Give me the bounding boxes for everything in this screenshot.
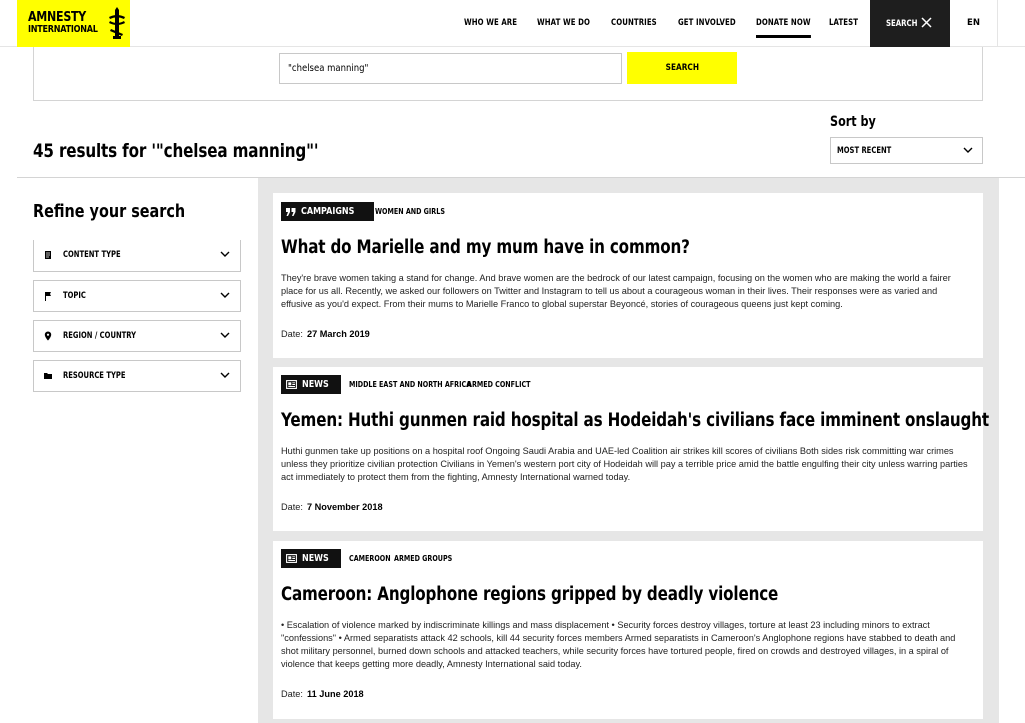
content-type-badge[interactable]: NEWS	[281, 549, 342, 568]
date-label: Date:	[281, 502, 303, 512]
header-search-label: SEARCH	[886, 18, 918, 29]
filter-resource-type[interactable]: RESOURCE TYPE	[33, 360, 241, 392]
sort-select[interactable]: MOST RECENT	[830, 137, 983, 164]
result-title[interactable]: Cameroon: Anglophone regions gripped by …	[281, 584, 778, 605]
result-card[interactable]: NEWS MIDDLE EAST AND NORTH AFRICA ARMED …	[273, 367, 989, 531]
chevron-down-icon	[220, 332, 230, 338]
top-navigation-bar: AMNESTY INTERNATIONAL WHO WE ARE WHAT WE…	[0, 0, 1025, 47]
logo-text-line1: AMNESTY	[28, 9, 87, 25]
content-type-label: NEWS	[302, 553, 329, 564]
result-date: Date: 11 June 2018	[281, 689, 364, 699]
date-label: Date:	[281, 689, 303, 699]
newspaper-icon	[286, 554, 297, 563]
search-input-value: "chelsea manning"	[288, 63, 369, 74]
date-value: 27 March 2019	[306, 329, 370, 339]
result-title[interactable]: Yemen: Huthi gunmen raid hospital as Hod…	[281, 410, 989, 431]
search-input[interactable]: "chelsea manning"	[279, 53, 622, 84]
filter-label: REGION / COUNTRY	[63, 331, 137, 341]
header-search-toggle[interactable]: SEARCH	[870, 0, 950, 47]
sort-by-label: Sort by	[830, 114, 876, 130]
flag-icon	[45, 292, 51, 301]
filter-label: CONTENT TYPE	[63, 250, 121, 260]
topic-tag[interactable]: ARMED CONFLICT	[467, 380, 531, 389]
candle-icon	[109, 7, 125, 39]
date-value: 7 November 2018	[306, 502, 383, 512]
refine-search-heading: Refine your search	[33, 201, 186, 222]
result-card[interactable]: CAMPAIGNS WOMEN AND GIRLS What do Mariel…	[273, 193, 983, 358]
filter-label: TOPIC	[63, 291, 86, 301]
result-card[interactable]: NEWS CAMEROON ARMED GROUPS Cameroon: Ang…	[273, 541, 983, 719]
nav-countries[interactable]: COUNTRIES	[611, 0, 657, 47]
quote-icon	[286, 207, 296, 216]
filter-topic[interactable]: TOPIC	[33, 280, 241, 312]
result-date: Date: 7 November 2018	[281, 502, 383, 512]
filter-content-type[interactable]: CONTENT TYPE	[33, 240, 241, 272]
search-button[interactable]: SEARCH	[627, 52, 737, 84]
date-value: 11 June 2018	[306, 689, 364, 699]
logo-text-line2: INTERNATIONAL	[28, 23, 98, 35]
search-button-label: SEARCH	[665, 63, 699, 73]
nav-get-involved[interactable]: GET INVOLVED	[678, 0, 736, 47]
content-type-label: NEWS	[302, 379, 329, 390]
region-tag[interactable]: MIDDLE EAST AND NORTH AFRICA	[349, 380, 471, 389]
chevron-down-icon	[963, 147, 973, 153]
topic-tag[interactable]: WOMEN AND GIRLS	[375, 207, 445, 216]
result-title[interactable]: What do Marielle and my mum have in comm…	[281, 237, 690, 258]
nav-what-we-do[interactable]: WHAT WE DO	[537, 0, 590, 47]
nav-who-we-are[interactable]: WHO WE ARE	[464, 0, 517, 47]
topic-tag[interactable]: ARMED GROUPS	[394, 554, 452, 563]
content-type-badge[interactable]: CAMPAIGNS	[281, 202, 374, 221]
results-count-heading: 45 results for '"chelsea manning"'	[33, 140, 319, 162]
amnesty-logo[interactable]: AMNESTY INTERNATIONAL	[17, 0, 130, 47]
result-excerpt: • Escalation of violence marked by indis…	[281, 620, 956, 669]
sort-select-value: MOST RECENT	[837, 146, 892, 156]
result-excerpt: Huthi gunmen take up positions on a hosp…	[281, 446, 968, 482]
folder-icon	[44, 373, 52, 379]
result-excerpt: They're brave women taking a stand for c…	[281, 273, 951, 309]
newspaper-icon	[286, 380, 297, 389]
result-date: Date: 27 March 2019	[281, 329, 370, 339]
nav-latest[interactable]: LATEST	[829, 0, 858, 47]
close-icon	[921, 17, 932, 28]
language-selector[interactable]: EN	[950, 0, 998, 47]
nav-donate-now[interactable]: DONATE NOW	[756, 0, 811, 47]
region-tag[interactable]: CAMEROON	[349, 554, 391, 563]
content-type-label: CAMPAIGNS	[301, 206, 355, 217]
chevron-down-icon	[220, 251, 230, 257]
filter-label: RESOURCE TYPE	[63, 371, 126, 381]
filter-region-country[interactable]: REGION / COUNTRY	[33, 320, 241, 352]
location-pin-icon	[44, 331, 52, 341]
chevron-down-icon	[220, 372, 230, 378]
date-label: Date:	[281, 329, 303, 339]
document-icon	[45, 251, 51, 259]
chevron-down-icon	[220, 292, 230, 298]
content-type-badge[interactable]: NEWS	[281, 375, 342, 394]
